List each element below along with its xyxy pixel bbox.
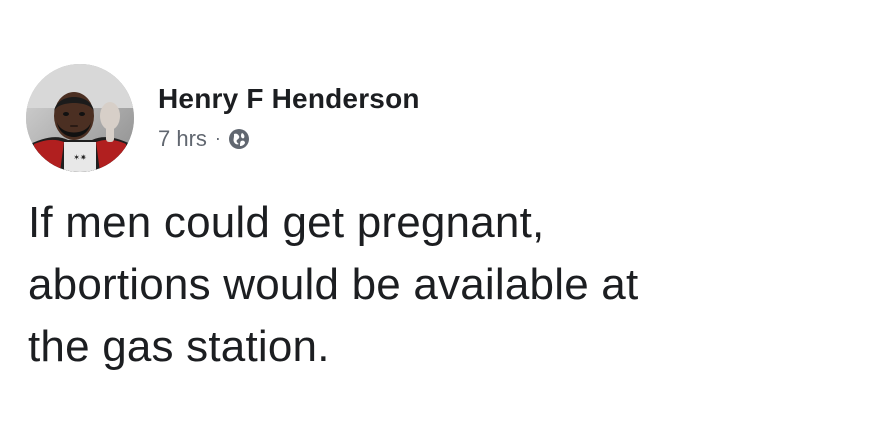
social-post: ✶✷ Henry F Henderson 7 hrs · If men coul… xyxy=(0,0,896,438)
globe-icon[interactable] xyxy=(227,127,251,151)
post-meta: Henry F Henderson 7 hrs · xyxy=(158,82,420,152)
svg-text:✶✷: ✶✷ xyxy=(73,153,87,162)
separator-dot: · xyxy=(214,128,221,148)
post-timestamp[interactable]: 7 hrs xyxy=(158,126,207,152)
avatar[interactable]: ✶✷ xyxy=(26,64,134,172)
post-text-line: abortions would be available at xyxy=(28,260,639,309)
post-text-line: If men could get pregnant, xyxy=(28,198,545,247)
post-text: If men could get pregnant, abortions wou… xyxy=(28,192,868,378)
avatar-image: ✶✷ xyxy=(26,64,134,172)
author-name[interactable]: Henry F Henderson xyxy=(158,82,420,116)
post-text-line: the gas station. xyxy=(28,322,330,371)
post-header: ✶✷ Henry F Henderson 7 hrs · xyxy=(26,64,420,172)
post-subline: 7 hrs · xyxy=(158,126,420,152)
